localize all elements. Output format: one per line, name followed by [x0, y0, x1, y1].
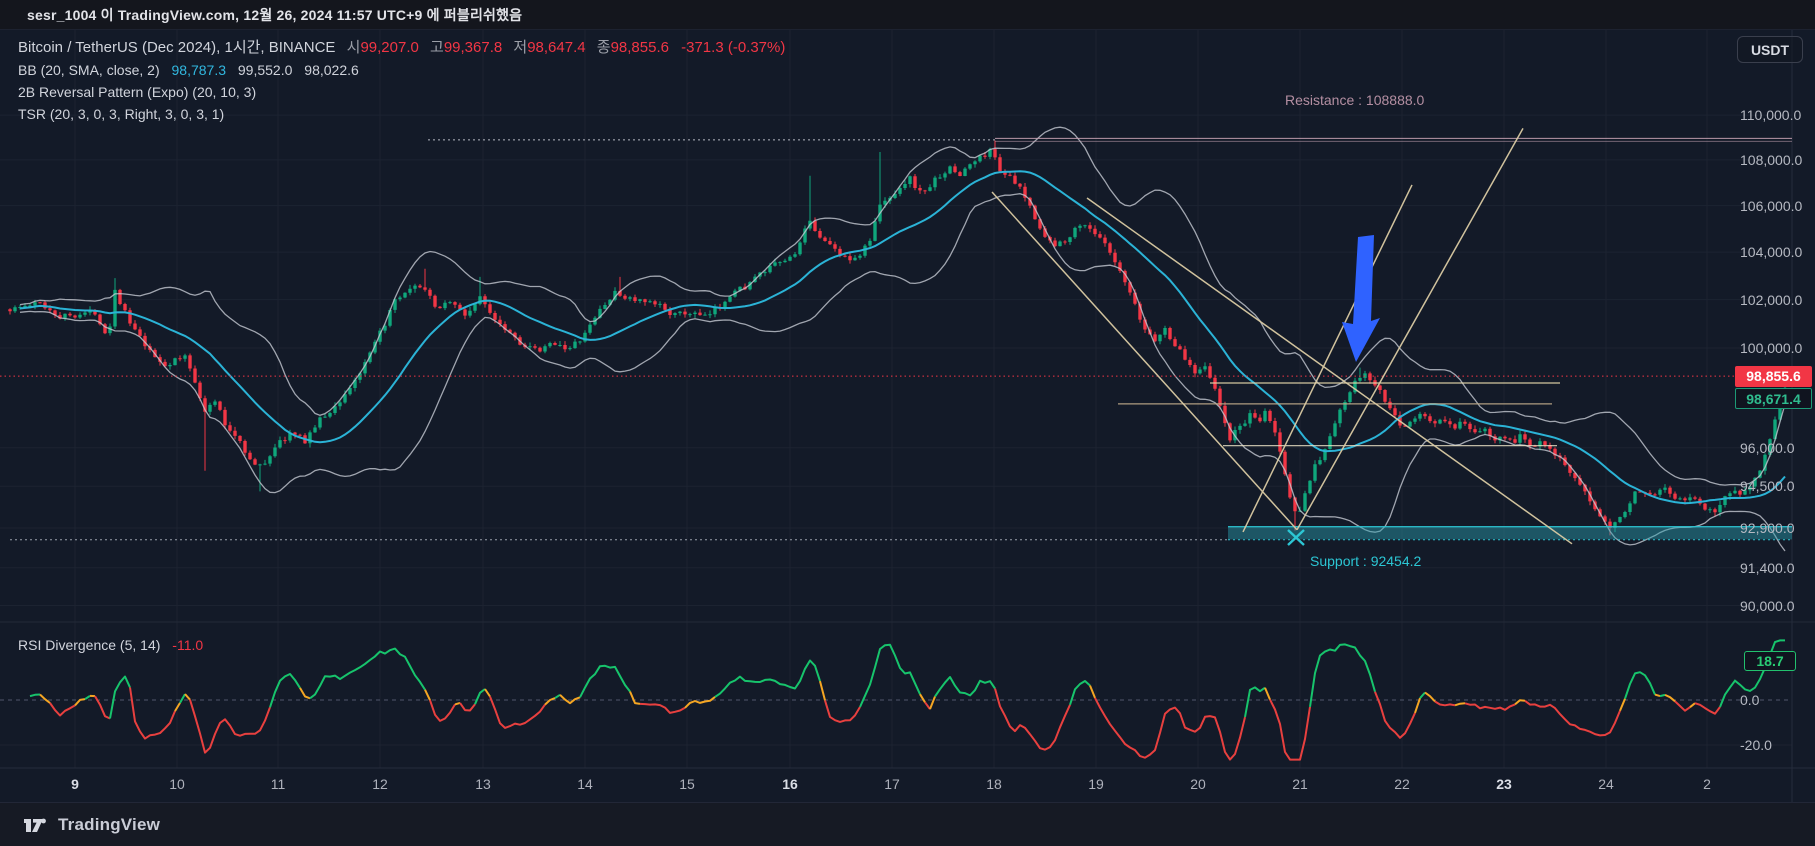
time-tick-label: 13 — [475, 776, 491, 792]
trend-line-ascending-steep — [1242, 184, 1413, 533]
trend-line-wedge-upper — [991, 191, 1298, 531]
price-tick-label: 91,400.0 — [1740, 560, 1795, 576]
bb-name: BB (20, SMA, close, 2) — [18, 62, 160, 78]
bb-lower-value: 98,022.6 — [304, 62, 359, 78]
time-tick-label: 2 — [1703, 776, 1711, 792]
time-tick-label: 9 — [71, 776, 79, 792]
close-label: 종 — [596, 39, 611, 56]
price-tick-label: 104,000.0 — [1740, 244, 1803, 260]
legend-tsr-row[interactable]: TSR (20, 3, 0, 3, Right, 3, 0, 3, 1) — [18, 103, 785, 125]
time-tick-label: 10 — [169, 776, 185, 792]
open-label: 시 — [346, 39, 361, 56]
time-tick-label: 19 — [1088, 776, 1104, 792]
bollinger-bands — [19, 126, 1786, 552]
blue-down-arrow[interactable] — [1342, 235, 1380, 362]
footer-brand[interactable]: TradingView — [58, 815, 160, 835]
price-tick-label: 110,000.0 — [1740, 107, 1802, 123]
bb-upper-value: 99,552.0 — [237, 62, 293, 78]
tradingview-logo-icon[interactable] — [22, 814, 48, 836]
symbol-title: Bitcoin / TetherUS (Dec 2024), 1시간, BINA… — [18, 39, 336, 56]
legend-symbol-row[interactable]: Bitcoin / TetherUS (Dec 2024), 1시간, BINA… — [18, 37, 785, 59]
currency-toggle-button[interactable]: USDT — [1737, 36, 1803, 63]
price-tick-label: 102,000.0 — [1740, 292, 1803, 308]
change-value: -371.3 (-0.37%) — [681, 39, 786, 56]
trend-lines[interactable] — [991, 128, 1573, 545]
time-tick-label: 16 — [782, 776, 798, 792]
time-tick-label: 15 — [679, 776, 695, 792]
high-value: 99,367.8 — [443, 39, 503, 56]
tradingview-published-chart: sesr_1004 이 TradingView.com, 12월 26, 202… — [0, 0, 1815, 846]
resistance-label: Resistance : 108888.0 — [1285, 92, 1425, 108]
time-tick-label: 12 — [372, 776, 388, 792]
time-tick-label: 11 — [270, 776, 286, 792]
support-zone — [1228, 526, 1792, 540]
price-tick-label: 100,000.0 — [1740, 340, 1803, 356]
trend-line-wedge-lower — [1086, 197, 1573, 545]
rsi-tick-label: 0.0 — [1740, 692, 1760, 708]
time-tick-label: 21 — [1292, 776, 1308, 792]
price-tick-label: 92,900.0 — [1740, 520, 1795, 536]
chart-legend: Bitcoin / TetherUS (Dec 2024), 1시간, BINA… — [18, 37, 785, 125]
candlesticks — [8, 140, 1787, 536]
time-tick-label: 22 — [1394, 776, 1410, 792]
low-value: 98,647.4 — [527, 39, 586, 56]
legend-bb-row[interactable]: BB (20, SMA, close, 2) 98,787.3 99,552.0… — [18, 59, 785, 81]
price-tick-label: 90,000.0 — [1740, 598, 1795, 614]
price-tick-label: 106,000.0 — [1740, 198, 1803, 214]
price-chart-canvas[interactable] — [0, 0, 1815, 846]
bb-basis-value: 98,787.3 — [171, 62, 227, 78]
last-price-badge: 98,855.6 — [1735, 366, 1812, 387]
support-label: Support : 92454.2 — [1310, 553, 1422, 569]
low-label: 저 — [513, 39, 528, 56]
time-tick-label: 14 — [577, 776, 593, 792]
tsr-name: TSR (20, 3, 0, 3, Right, 3, 0, 3, 1) — [18, 106, 225, 122]
price-tick-label: 96,000.0 — [1740, 440, 1795, 456]
time-tick-label: 23 — [1496, 776, 1512, 792]
gridlines — [0, 30, 1815, 802]
high-label: 고 — [430, 39, 444, 56]
footer: TradingView — [0, 802, 1815, 846]
time-tick-label: 24 — [1598, 776, 1614, 792]
time-tick-label: 20 — [1190, 776, 1206, 792]
rsi-legend-row[interactable]: RSI Divergence (5, 14) -11.0 — [18, 637, 203, 653]
time-tick-label: 17 — [884, 776, 900, 792]
time-tick-label: 18 — [986, 776, 1002, 792]
price-tick-label: 108,000.0 — [1740, 152, 1803, 168]
rsi-value-badge: 18.7 — [1744, 651, 1796, 671]
open-value: 99,207.0 — [360, 39, 419, 56]
indicator-price-badge: 98,671.4 — [1735, 388, 1812, 409]
levels — [0, 137, 1792, 541]
legend-2b-row[interactable]: 2B Reversal Pattern (Expo) (20, 10, 3) — [18, 81, 785, 103]
rsi-value: -11.0 — [172, 637, 204, 653]
close-value: 98,855.6 — [610, 39, 669, 56]
rsi-tick-label: -20.0 — [1740, 737, 1772, 753]
rsi-name: RSI Divergence (5, 14) — [18, 637, 161, 653]
price-tick-label: 94,500.0 — [1740, 478, 1795, 494]
2b-name: 2B Reversal Pattern (Expo) (20, 10, 3) — [18, 84, 257, 100]
